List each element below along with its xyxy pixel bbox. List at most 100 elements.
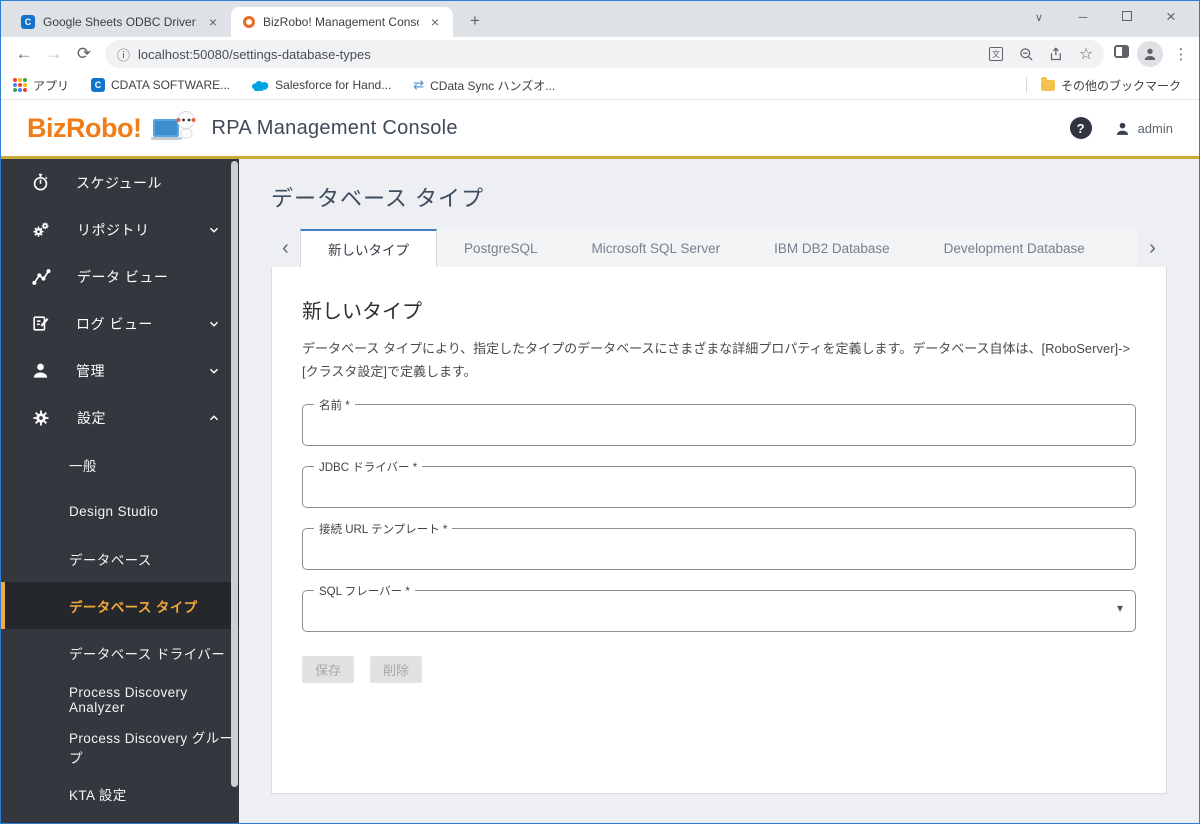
- back-icon[interactable]: ←: [9, 40, 39, 68]
- sidebar-subitem-design-studio[interactable]: Design Studio: [1, 488, 239, 535]
- data-nodes-icon: [32, 268, 51, 285]
- bookmark-apps[interactable]: アプリ: [13, 77, 69, 94]
- salesforce-cloud-icon: [252, 81, 269, 91]
- side-panel-icon[interactable]: [1114, 45, 1129, 63]
- jdbc-driver-field-label: JDBC ドライバー *: [314, 458, 423, 475]
- app-title: RPA Management Console: [211, 116, 458, 139]
- forward-icon[interactable]: →: [39, 40, 69, 68]
- gear-icon: [33, 410, 49, 425]
- name-field-label: 名前 *: [314, 396, 355, 413]
- share-icon[interactable]: [1044, 42, 1068, 66]
- minimize-button[interactable]: ─: [1061, 10, 1105, 24]
- bizrobo-logo: BizRobo!: [27, 112, 142, 143]
- sidebar-subitem-database-drivers[interactable]: データベース ドライバー: [1, 629, 239, 676]
- name-input[interactable]: [303, 404, 1135, 445]
- username: admin: [1137, 120, 1173, 136]
- sidebar-item-log-view[interactable]: ログ ビュー: [1, 300, 239, 347]
- bookmark-cdata-sync[interactable]: ⇄ CData Sync ハンズオ...: [413, 77, 555, 94]
- sql-flavor-field-label: SQL フレーバー *: [314, 582, 415, 599]
- folder-icon: [1040, 76, 1055, 91]
- panel-description: データベース タイプにより、指定したタイプのデータベースにさまざまな詳細プロパテ…: [302, 341, 1131, 379]
- user-menu[interactable]: admin: [1114, 120, 1173, 137]
- sidebar-item-admin[interactable]: 管理: [1, 347, 239, 394]
- sql-flavor-field: SQL フレーバー * ▾: [302, 582, 1136, 632]
- database-type-tabs: ‹ 新しいタイプ PostgreSQL Microsoft SQL Server…: [271, 229, 1167, 267]
- connection-url-field: 接続 URL テンプレート *: [302, 520, 1136, 570]
- close-tab-icon[interactable]: ×: [427, 14, 443, 30]
- tab-search-icon[interactable]: ∨: [1017, 11, 1061, 24]
- maximize-button[interactable]: [1105, 8, 1149, 26]
- stopwatch-icon: [33, 173, 48, 191]
- sidebar-item-schedule[interactable]: スケジュール: [1, 159, 239, 206]
- chevron-down-icon: [209, 321, 219, 327]
- browser-menu-icon[interactable]: ⋮: [1171, 45, 1191, 63]
- panel-heading: 新しいタイプ: [302, 301, 422, 323]
- name-field: 名前 *: [302, 396, 1136, 446]
- bookmark-cdata[interactable]: C CDATA SOFTWARE...: [91, 78, 230, 92]
- gears-icon: [33, 222, 49, 237]
- sidebar: スケジュール リポジトリ データ ビュー ログ ビュー 管理 設定 一般 Des…: [1, 159, 239, 823]
- bizrobo-favicon-icon: [243, 16, 255, 28]
- sidebar-subitem-pd-analyzer[interactable]: Process Discovery Analyzer: [1, 676, 239, 723]
- connection-url-field-label: 接続 URL テンプレート *: [314, 520, 453, 537]
- tab-postgresql[interactable]: PostgreSQL: [437, 229, 565, 267]
- sidebar-subitem-database-types[interactable]: データベース タイプ: [1, 582, 239, 629]
- bookmarks-bar: アプリ C CDATA SOFTWARE... Salesforce for H…: [1, 71, 1199, 100]
- site-info-icon[interactable]: ⓘ: [117, 45, 130, 64]
- bookmark-salesforce[interactable]: Salesforce for Hand...: [252, 78, 391, 92]
- tab-ibm-db2[interactable]: IBM DB2 Database: [747, 229, 917, 267]
- cdata-favicon-icon: C: [21, 15, 35, 29]
- browser-window: C Google Sheets ODBC Driver: ODI × BizRo…: [0, 0, 1200, 824]
- jdbc-driver-field: JDBC ドライバー *: [302, 458, 1136, 508]
- browser-tab-title: BizRobo! Management Console: [263, 15, 419, 29]
- cdata-icon: C: [91, 78, 106, 92]
- tabs-prev-icon[interactable]: ‹: [271, 229, 300, 267]
- delete-button[interactable]: 削除: [370, 655, 422, 683]
- tab-development-db[interactable]: Development Database: [917, 229, 1112, 267]
- toolbar-right: ⋮: [1114, 41, 1191, 67]
- dropdown-caret-icon[interactable]: ▾: [1117, 601, 1123, 615]
- save-button[interactable]: 保存: [302, 655, 354, 683]
- profile-avatar[interactable]: [1137, 41, 1163, 67]
- help-icon[interactable]: ?: [1069, 117, 1092, 139]
- user-icon: [1116, 122, 1128, 135]
- browser-tab-bizrobo[interactable]: BizRobo! Management Console ×: [231, 7, 453, 37]
- reload-icon[interactable]: ⟳: [69, 40, 99, 68]
- sidebar-scrollbar[interactable]: [231, 161, 238, 787]
- tab-oracle-db[interactable]: Oracle Databa: [1112, 229, 1138, 267]
- sidebar-item-settings[interactable]: 設定: [1, 394, 239, 441]
- bookmark-star-icon[interactable]: ☆: [1074, 42, 1098, 66]
- close-window-button[interactable]: ×: [1149, 7, 1193, 27]
- tab-mssql[interactable]: Microsoft SQL Server: [565, 229, 748, 267]
- url-text[interactable]: localhost:50080/settings-database-types: [138, 47, 984, 62]
- apps-grid-icon: [13, 78, 27, 92]
- cdata-sync-icon: ⇄: [413, 77, 425, 92]
- chevron-down-icon: [209, 227, 219, 233]
- tabs-next-icon[interactable]: ›: [1138, 229, 1167, 267]
- browser-tab-google-sheets[interactable]: C Google Sheets ODBC Driver: ODI ×: [9, 7, 231, 37]
- chevron-up-icon: [209, 414, 219, 420]
- sql-flavor-select[interactable]: [303, 590, 1135, 631]
- translate-icon[interactable]: 文: [984, 42, 1008, 66]
- close-tab-icon[interactable]: ×: [205, 14, 221, 30]
- sidebar-subitem-pd-group[interactable]: Process Discovery グループ: [1, 723, 239, 770]
- log-icon: [33, 316, 49, 331]
- sidebar-item-repository[interactable]: リポジトリ: [1, 206, 239, 253]
- new-type-panel: 新しいタイプ データベース タイプにより、指定したタイプのデータベースにさまざま…: [271, 267, 1167, 794]
- sidebar-item-data-view[interactable]: データ ビュー: [1, 253, 239, 300]
- sidebar-subitem-database[interactable]: データベース: [1, 535, 239, 582]
- other-bookmarks-button[interactable]: その他のブックマーク: [1040, 76, 1181, 94]
- browser-toolbar: ← → ⟳ ⓘ localhost:50080/settings-databas…: [1, 37, 1199, 71]
- tab-new-type[interactable]: 新しいタイプ: [300, 229, 437, 267]
- chevron-down-icon: [209, 368, 219, 374]
- robot-mascot-icon: [151, 109, 197, 152]
- jdbc-driver-input[interactable]: [303, 466, 1135, 507]
- zoom-icon[interactable]: [1014, 42, 1038, 66]
- sidebar-subitem-kta[interactable]: KTA 設定: [1, 770, 239, 817]
- address-bar[interactable]: ⓘ localhost:50080/settings-database-type…: [105, 40, 1104, 68]
- bookmarks-divider: [1025, 77, 1027, 93]
- sidebar-subitem-general[interactable]: 一般: [1, 441, 239, 488]
- new-tab-button[interactable]: +: [461, 7, 489, 35]
- app-header: BizRobo! RPA Management Console ? admin: [1, 100, 1199, 159]
- person-icon: [33, 363, 48, 378]
